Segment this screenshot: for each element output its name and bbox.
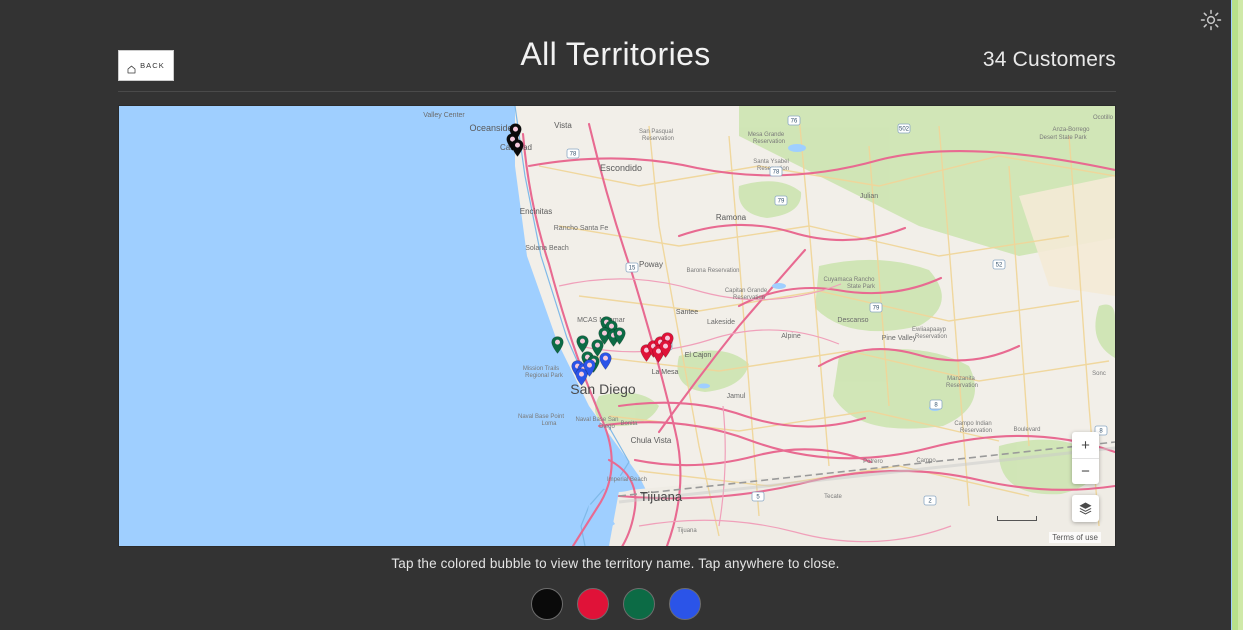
map-label: Rancho Santa Fe	[554, 225, 609, 232]
map-label: Ocotillo	[1093, 115, 1114, 121]
map-label: San Pasqual	[639, 129, 673, 135]
map-label: Reservation	[915, 334, 947, 340]
map-label: Vista	[554, 121, 572, 130]
map-label: Jamul	[727, 393, 746, 400]
legend-bubble-red[interactable]	[576, 588, 609, 620]
territory-marker[interactable]	[613, 327, 626, 345]
map-label: Diego	[599, 424, 615, 430]
highway-shield: 502	[897, 123, 911, 134]
customer-count: 34 Customers	[982, 48, 1116, 71]
map-label: Bonita	[620, 421, 638, 427]
map-label: Mission Trails	[523, 366, 559, 372]
map-label: Anza-Borrego	[1052, 127, 1090, 133]
map-label: Mesa Grande	[748, 132, 785, 138]
territory-marker[interactable]	[575, 368, 588, 386]
highway-shield: 52	[992, 259, 1006, 270]
header-divider	[118, 91, 1116, 92]
highway-shield: 79	[774, 195, 788, 206]
map-label: Reservation	[733, 295, 765, 301]
map-label: Reservation	[960, 428, 992, 434]
zoom-in-button[interactable]: +	[1072, 432, 1099, 458]
app-root: BACK All Territories 34 Customers Oceans…	[0, 0, 1243, 630]
highway-shield: 76	[787, 115, 801, 126]
terms-of-use-link[interactable]: Terms of use	[1049, 532, 1101, 543]
page-header: BACK All Territories 34 Customers	[0, 0, 1231, 92]
svg-text:79: 79	[873, 306, 880, 312]
map-label: Cuyamaca Rancho	[823, 277, 875, 283]
territory-marker[interactable]	[511, 139, 524, 157]
map-label: Poway	[639, 260, 663, 269]
map-label: Boulevard	[1013, 427, 1040, 433]
map-label: Reservation	[753, 139, 785, 145]
map-label: Tijuana	[677, 528, 697, 534]
map-label: Valley Center	[423, 112, 465, 119]
legend-bubble-black[interactable]	[530, 588, 563, 620]
legend-bubble-green[interactable]	[622, 588, 655, 620]
territory-marker[interactable]	[551, 336, 564, 354]
highway-shield: 78	[769, 166, 783, 177]
map-label: Ramona	[716, 213, 747, 222]
map-label: Campo	[916, 458, 936, 464]
highway-shield: 15	[625, 262, 639, 273]
map-label: Lakeside	[707, 319, 735, 326]
map-label: Encinitas	[520, 207, 552, 216]
map-label: La Mesa	[652, 369, 679, 376]
map-label: Regional Park	[525, 373, 564, 379]
highway-shield: 8	[929, 399, 943, 410]
map-label: Tecate	[824, 494, 842, 500]
map-label: Reservation	[946, 383, 978, 389]
legend-bubble-blue[interactable]	[668, 588, 701, 620]
zoom-out-button[interactable]: −	[1072, 458, 1099, 484]
map-label: Descanso	[837, 317, 868, 324]
map-label: Potrero	[863, 459, 883, 465]
map-label: Naval Base Point	[518, 414, 564, 420]
layers-icon[interactable]	[1072, 495, 1099, 522]
footer-hint-text: Tap the colored bubble to view the terri…	[391, 556, 840, 571]
svg-text:78: 78	[773, 170, 780, 176]
sun-icon[interactable]	[1199, 8, 1223, 32]
highway-shield: 79	[869, 302, 883, 313]
map-label: El Cajon	[685, 352, 712, 359]
map-label: Santee	[676, 309, 698, 316]
map-label: Capitan Grande	[725, 288, 768, 294]
map-label: Barona Reservation	[686, 268, 739, 274]
map-label: Tijuana	[640, 489, 683, 504]
highway-shield: 78	[566, 148, 580, 159]
map-label: Campo Indian	[954, 421, 991, 427]
map-label: State Park	[847, 284, 876, 290]
map-label: Manzanita	[947, 376, 975, 382]
map-label: Julian	[860, 193, 878, 200]
map-label: Loma	[541, 421, 557, 427]
territory-marker[interactable]	[599, 352, 612, 370]
map-label: Sonc	[1092, 371, 1106, 377]
map-label: Reservation	[642, 136, 674, 142]
svg-text:502: 502	[899, 127, 910, 133]
territory-map[interactable]: OceansideCarlsbadVistaValley CenterSan P…	[118, 105, 1116, 547]
map-label: Chula Vista	[631, 436, 672, 445]
map-label: Imperial Beach	[607, 477, 647, 483]
map-label: Desert State Park	[1039, 135, 1087, 141]
map-label: Oceanside	[469, 123, 512, 133]
highway-shield: 5	[751, 491, 765, 502]
territory-marker[interactable]	[659, 340, 672, 358]
map-label: Pine Valley	[882, 335, 917, 342]
svg-text:78: 78	[570, 152, 577, 158]
map-label: Naval Base San	[575, 417, 618, 423]
map-label: Ewiiaapaayp	[912, 327, 947, 333]
svg-text:15: 15	[629, 266, 636, 272]
map-label: Escondido	[600, 163, 642, 173]
map-zoom-controls[interactable]: + −	[1072, 432, 1099, 484]
territory-legend	[0, 588, 1231, 620]
map-label: Alpine	[781, 333, 801, 340]
highway-shield: 2	[923, 495, 937, 506]
map-label: Solana Beach	[525, 245, 569, 252]
map-scale-bar	[997, 516, 1037, 521]
svg-text:79: 79	[778, 199, 785, 205]
map-label: Santa Ysabel	[753, 159, 789, 165]
svg-text:52: 52	[996, 263, 1003, 269]
svg-text:76: 76	[791, 119, 798, 125]
